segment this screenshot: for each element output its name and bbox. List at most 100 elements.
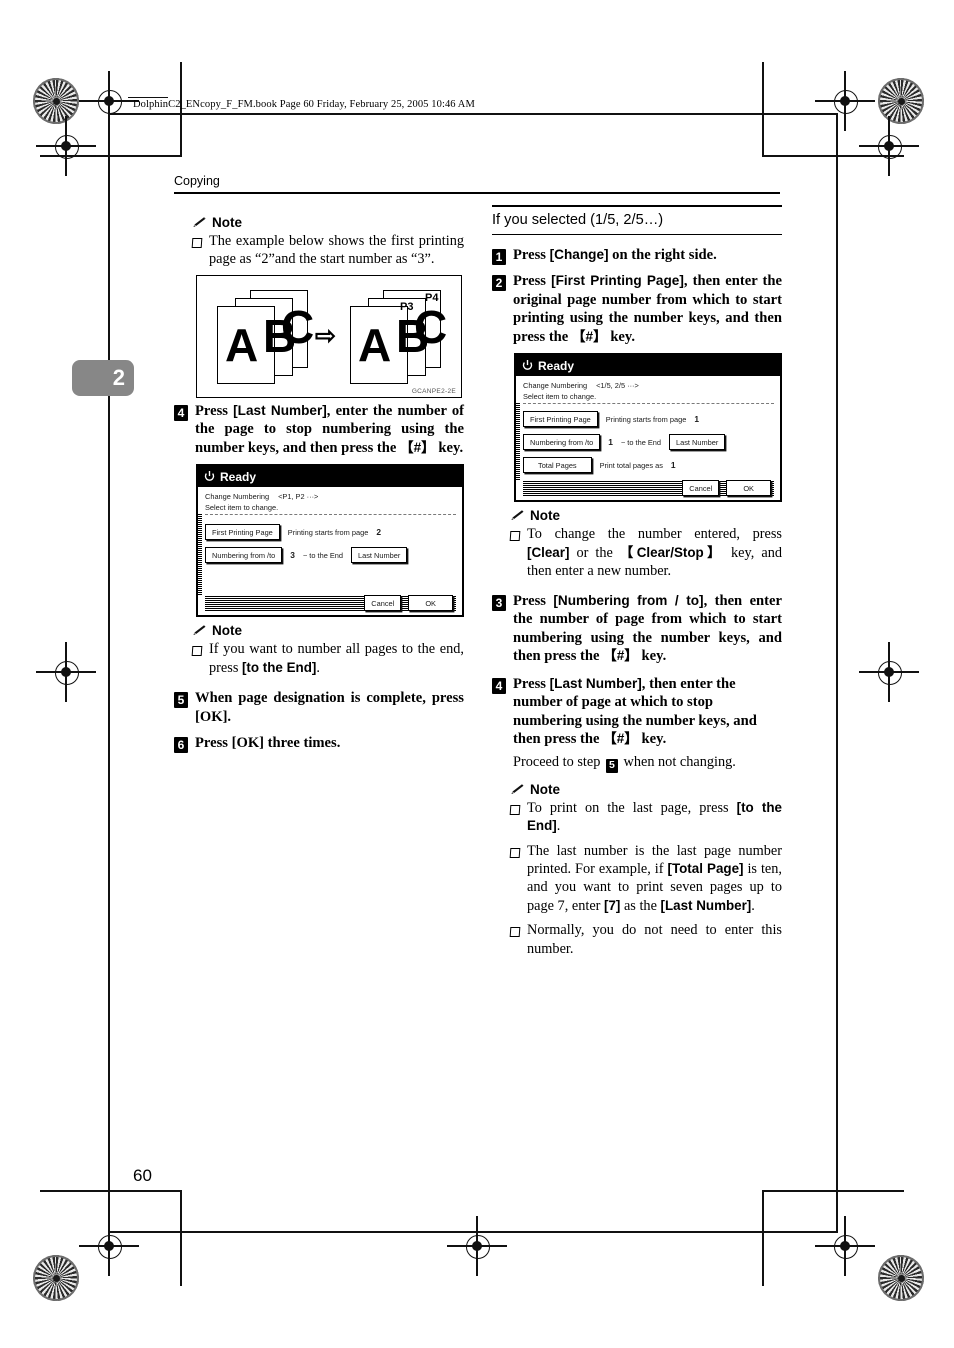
note-item: Normally, you do not need to enter this … [509, 921, 782, 958]
lcd-panel-change-numbering-left: Ready Change Numbering <P1, P2 ···> Sele… [196, 464, 464, 618]
lcd-body: Change Numbering <P1, P2 ···> Select ite… [198, 487, 462, 615]
ui-key-label: [Total Page] [667, 860, 744, 876]
step-text: Press [First Printing Page], then enter … [513, 272, 782, 346]
bullet-square-icon [191, 238, 203, 248]
trim-line-bottom [108, 1231, 836, 1233]
step-number: 2 [492, 275, 506, 292]
ui-key-label: [Numbering from / to] [553, 592, 704, 608]
lcd-button-last-number[interactable]: Last Number [351, 547, 408, 564]
figure-label-p3: P3 [400, 300, 414, 313]
ui-key-label: [to the End] [241, 659, 317, 675]
bullet-square-icon [191, 646, 203, 657]
registration-star-target-bottom-left [33, 1255, 79, 1301]
lcd-label-printing-starts: Printing starts from page [605, 414, 687, 424]
lcd-scroll-texture [198, 513, 202, 596]
followup-step-number: 5 [605, 758, 618, 773]
body-text-run: . [751, 897, 755, 914]
body-text-run: Press [513, 675, 550, 692]
lcd-body: Change Numbering <1/5, 2/5 ···> Select i… [516, 376, 780, 500]
body-text-run: . [316, 659, 320, 676]
step-number: 1 [492, 249, 506, 266]
lcd-button-numbering-from-to[interactable]: Numbering from /to [523, 434, 601, 451]
note-text: If you want to number all pages to the e… [209, 640, 464, 677]
lcd-divider [205, 514, 456, 516]
body-text-run: To print on the last page, press [527, 799, 737, 816]
note-heading-left-1: Note [192, 215, 464, 230]
lcd-heading-row: Change Numbering <P1, P2 ···> [205, 492, 456, 501]
lcd-button-cancel[interactable]: Cancel [682, 480, 720, 497]
lcd-button-ok[interactable]: OK [726, 480, 771, 497]
lcd-button-cancel[interactable]: Cancel [364, 595, 402, 612]
lcd-row-numbering-from-to: Numbering from /to 3 ~ to the End Last N… [205, 547, 456, 564]
note-item: The last number is the last page number … [509, 842, 782, 916]
lcd-panel-change-numbering-right: Ready Change Numbering <1/5, 2/5 ···> Se… [514, 353, 782, 503]
crosshair-mark-right-lower [859, 642, 919, 702]
body-text-run: Press [513, 592, 554, 609]
body-text-run: . [556, 818, 561, 835]
followup-post: when not changing. [619, 753, 736, 770]
body-text-run: To change the number entered, press [527, 526, 782, 543]
step-5-left: 5 When page designation is complete, pre… [174, 689, 464, 726]
followup-pre: Proceed to step [513, 753, 604, 770]
running-head-rule [174, 192, 780, 194]
figure-glyph-a-right: A [358, 318, 392, 371]
note-text: The example below shows the first printi… [209, 233, 464, 268]
section-rule-bottom [492, 233, 782, 236]
pencil-icon [193, 216, 206, 227]
lcd-heading: Change Numbering [205, 492, 270, 502]
lcd-value-numbering-from: 3 [290, 550, 295, 561]
ui-key-label: [Change] [549, 247, 609, 263]
trim-line-top-long [124, 113, 836, 115]
lcd-value-numbering-from: 1 [608, 437, 613, 448]
note-label: Note [530, 508, 560, 524]
lcd-range: <P1, P2 ···> [278, 492, 319, 502]
step-text: When page designation is complete, press… [195, 690, 464, 725]
pencil-icon [511, 783, 524, 794]
section-rule-top [492, 205, 782, 207]
step-1-right: 1 Press [Change] on the right side. [492, 246, 782, 266]
ui-key-label: [First Printing Page] [551, 273, 684, 289]
lcd-subtitle: Select item to change. [523, 392, 597, 402]
trim-line-left [108, 113, 110, 1233]
lcd-button-total-pages[interactable]: Total Pages [523, 457, 592, 474]
step-number: 3 [492, 594, 506, 611]
fold-line-bottom-left [40, 1190, 182, 1192]
lcd-subtitle: Select item to change. [205, 503, 279, 513]
note-text: To print on the last page, press [to the… [527, 799, 782, 836]
lcd-button-last-number[interactable]: Last Number [669, 434, 726, 451]
lcd-row-numbering-from-to: Numbering from /to 1 ~ to the End Last N… [523, 434, 774, 451]
lcd-button-first-printing-page[interactable]: First Printing Page [205, 524, 280, 541]
fold-line-top-right [762, 155, 904, 157]
crosshair-mark-bottom-right [815, 1216, 875, 1276]
body-text-run: as the [620, 897, 661, 914]
ui-key-label: 【#】 [603, 648, 638, 664]
book-file-header: DolphinC2_ENcopy_F_FM.book Page 60 Frida… [133, 99, 475, 110]
fold-line-bottom-right [762, 1190, 904, 1192]
lcd-footer-bar: Cancel OK [523, 480, 774, 497]
bullet-square-icon [509, 927, 521, 938]
lcd-row-first-printing-page: First Printing Page Printing starts from… [523, 411, 774, 428]
lcd-row-first-printing-page: First Printing Page Printing starts from… [205, 524, 456, 541]
step-text: Press [Last Number], enter the number of… [195, 402, 464, 458]
lcd-button-first-printing-page[interactable]: First Printing Page [523, 411, 598, 428]
body-text-run: Press [513, 273, 552, 290]
body-text-run: Press [513, 247, 550, 264]
step-text: Press [Change] on the right side. [513, 246, 717, 265]
step-6-left: 6 Press [OK] three times. [174, 734, 464, 754]
note-heading-right-1: Note [510, 508, 782, 523]
lcd-title-bar: Ready [198, 466, 462, 488]
note-text: To change the number entered, press [Cle… [527, 525, 782, 580]
step-4-right: 4 Press [Last Number], then enter the nu… [492, 675, 782, 773]
figure-glyph-a-left: A [225, 318, 259, 371]
lcd-button-ok[interactable]: OK [408, 595, 453, 612]
lcd-divider [523, 403, 774, 405]
lcd-title-bar: Ready [516, 355, 780, 377]
body-text-run: key. [637, 731, 667, 748]
note-label: Note [212, 623, 242, 639]
crosshair-mark-bottom-left [79, 1216, 139, 1276]
body-text-run: key. [606, 328, 636, 345]
lcd-button-numbering-from-to[interactable]: Numbering from /to [205, 547, 283, 564]
trim-line-right [836, 113, 838, 1233]
running-head: Copying [174, 174, 220, 188]
lcd-row-total-pages: Total Pages Print total pages as 1 [523, 457, 774, 474]
